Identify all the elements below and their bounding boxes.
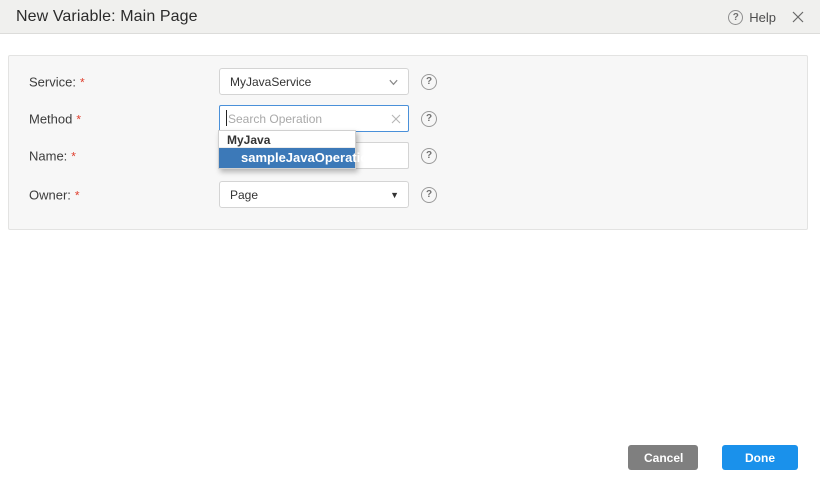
service-row: Service: * MyJavaService ? <box>9 68 807 95</box>
method-label: Method * <box>29 111 81 126</box>
required-mark: * <box>76 112 81 126</box>
header-actions: ? Help <box>728 0 806 34</box>
cancel-button[interactable]: Cancel <box>628 445 698 470</box>
name-label-text: Name: <box>29 148 67 163</box>
owner-select[interactable]: Page ▼ <box>219 181 409 208</box>
name-help-icon[interactable]: ? <box>421 148 437 164</box>
new-variable-dialog: New Variable: Main Page ? Help Service: *… <box>0 0 820 486</box>
owner-select-value: Page <box>230 188 258 202</box>
close-icon[interactable] <box>790 9 806 25</box>
owner-control: Page ▼ <box>219 181 409 208</box>
method-help-icon[interactable]: ? <box>421 111 437 127</box>
service-dropdown[interactable]: MyJavaService <box>219 68 409 95</box>
name-label: Name: * <box>29 148 76 163</box>
owner-label: Owner: * <box>29 187 80 202</box>
owner-label-text: Owner: <box>29 187 71 202</box>
required-mark: * <box>75 188 80 202</box>
select-arrow-icon: ▼ <box>390 190 399 200</box>
service-help-icon[interactable]: ? <box>421 74 437 90</box>
dialog-footer: Cancel Done <box>628 445 798 470</box>
required-mark: * <box>71 149 76 163</box>
dropdown-group-header: MyJava <box>219 131 355 148</box>
method-options-dropdown: MyJava sampleJavaOperation <box>218 130 356 169</box>
done-button[interactable]: Done <box>722 445 798 470</box>
help-circle-icon: ? <box>728 10 743 25</box>
help-button[interactable]: ? Help <box>728 10 776 25</box>
method-control <box>219 105 409 132</box>
service-dropdown-value: MyJavaService <box>230 75 311 89</box>
text-caret <box>226 110 227 126</box>
service-label: Service: * <box>29 74 85 89</box>
method-search-wrap <box>219 105 409 132</box>
dropdown-option-selected[interactable]: sampleJavaOperation <box>219 148 355 168</box>
help-label: Help <box>749 10 776 25</box>
method-row: Method * ? <box>9 105 807 132</box>
variable-form-panel: Service: * MyJavaService ? Method * <box>8 55 808 230</box>
name-row: Name: * ? <box>9 142 807 169</box>
method-search-input[interactable] <box>219 105 409 132</box>
clear-icon[interactable] <box>390 113 402 125</box>
dialog-header: New Variable: Main Page ? Help <box>0 0 820 34</box>
owner-row: Owner: * Page ▼ ? <box>9 181 807 208</box>
method-label-text: Method <box>29 111 72 126</box>
service-control: MyJavaService <box>219 68 409 95</box>
required-mark: * <box>80 75 85 89</box>
owner-help-icon[interactable]: ? <box>421 187 437 203</box>
service-label-text: Service: <box>29 74 76 89</box>
page-title: New Variable: Main Page <box>0 8 198 26</box>
chevron-down-icon <box>388 76 399 87</box>
